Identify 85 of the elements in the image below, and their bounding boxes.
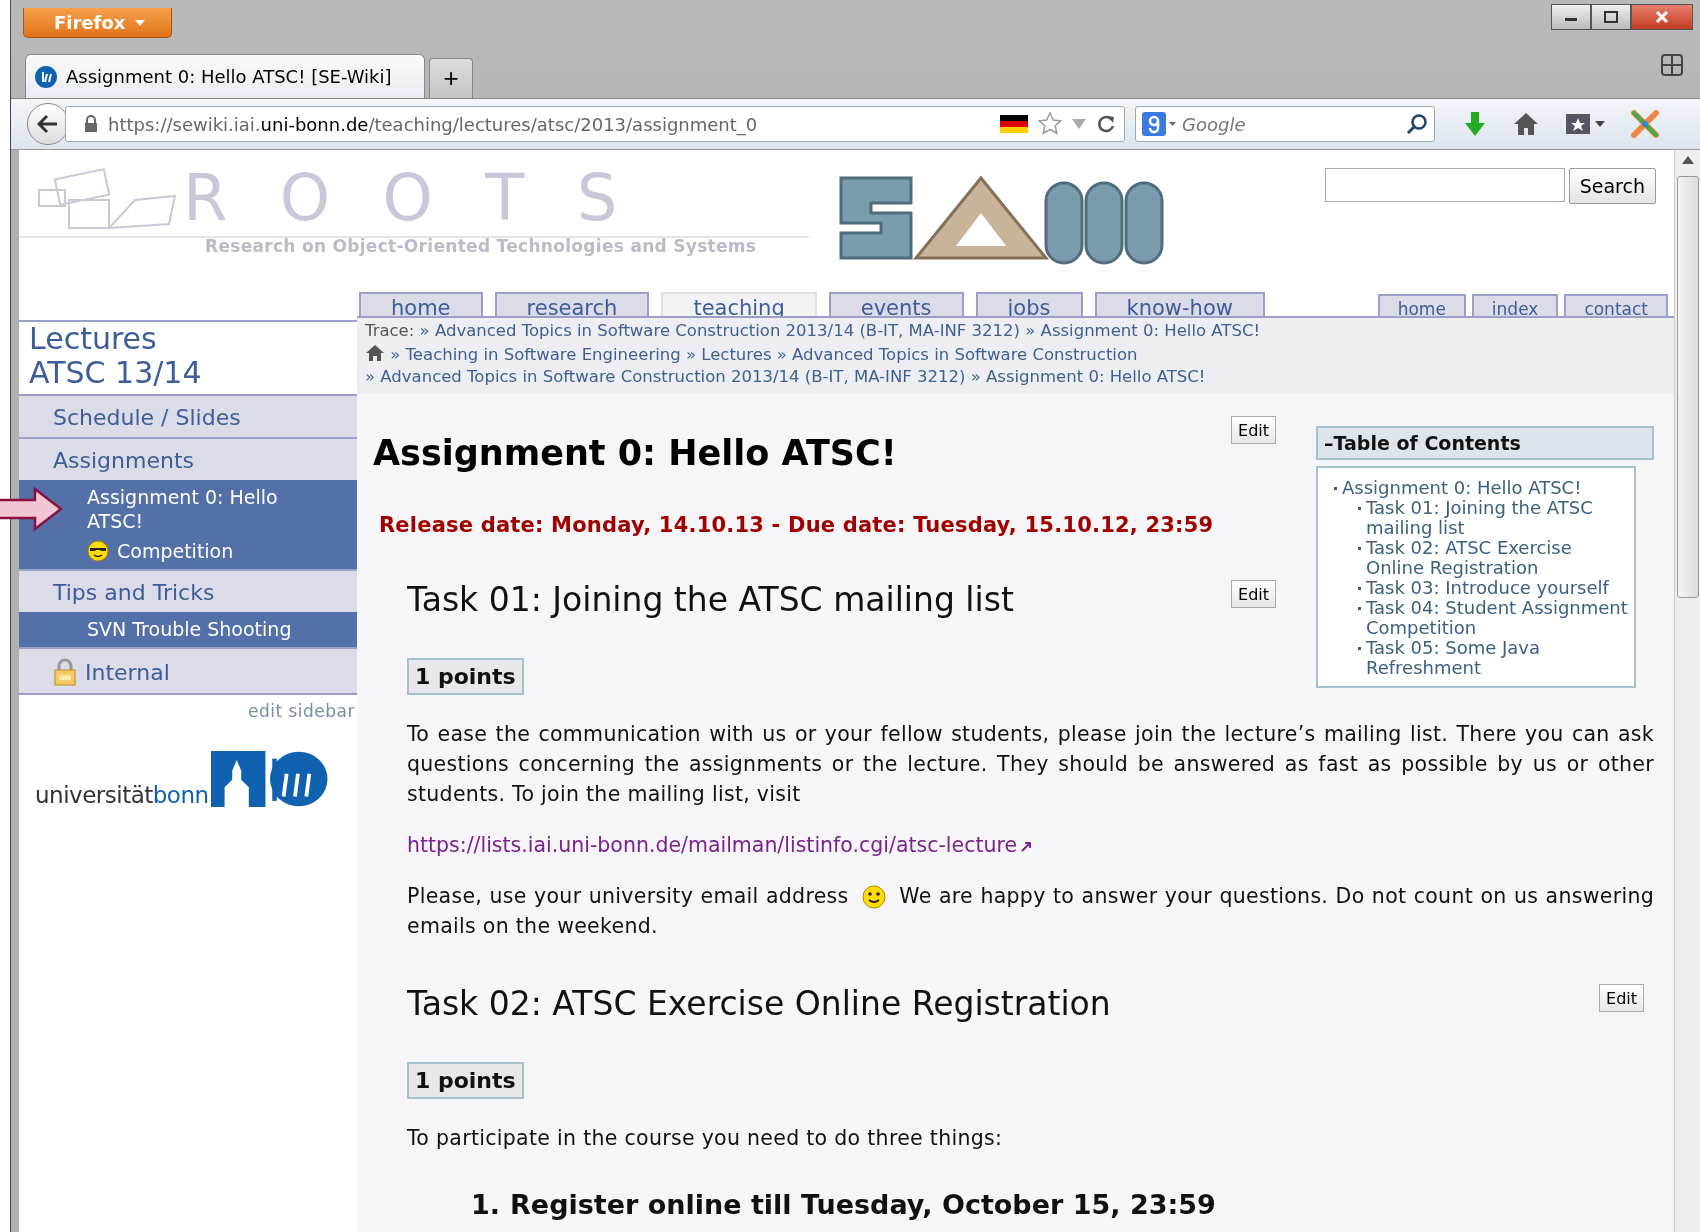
addon-icon[interactable] xyxy=(1631,110,1659,138)
nav-tab[interactable]: teaching xyxy=(661,292,817,316)
maximize-button[interactable] xyxy=(1591,4,1631,30)
search-engine-icon xyxy=(1142,111,1176,137)
sidebar-link[interactable]: Assignment 0: Hello ATSC! xyxy=(87,483,307,537)
caret-icon xyxy=(135,19,146,26)
search-field[interactable] xyxy=(1324,168,1565,202)
tab-title: Assignment 0: Hello ATSC! [SE-Wiki] xyxy=(66,66,392,87)
toc-link[interactable]: Task 04: Student Assignment Competition xyxy=(1366,598,1634,638)
release-date-text: Release date: Monday, 14.10.13 - Due date: Tuesday, 15.10.12, 23:59 xyxy=(379,513,1215,537)
toc-link[interactable]: Task 01: Joining the ATSC mailing list xyxy=(1366,498,1634,538)
list-heading: Register online till Tuesday, October 15, 23:59 xyxy=(510,1189,1216,1220)
edit-button[interactable]: Edit xyxy=(1231,416,1276,444)
university-logo-text: universitätbonn xyxy=(35,784,209,807)
minimize-button[interactable] xyxy=(1551,4,1591,30)
paragraph-text: To participate in the course you need to do three things: xyxy=(407,1125,1004,1152)
points-label: 1 points xyxy=(407,658,524,695)
toc-link[interactable]: Assignment 0: Hello ATSC! xyxy=(1342,478,1582,498)
nav-tab[interactable]: index xyxy=(1471,294,1559,316)
star-icon[interactable] xyxy=(1038,112,1062,136)
site-logo-icon xyxy=(34,64,58,89)
toc-title: Table of Contents xyxy=(1333,432,1521,454)
pointer-arrow-drawing xyxy=(0,486,63,532)
toc-link[interactable]: Task 02: ATSC Exercise Online Registration xyxy=(1366,538,1634,578)
nav-tab[interactable]: home xyxy=(359,292,483,316)
german-flag-icon xyxy=(1000,115,1028,133)
list-number: 1. xyxy=(471,1189,501,1220)
sidebar-link[interactable]: Schedule / Slides xyxy=(19,396,357,437)
padlock-icon xyxy=(84,115,98,133)
reload-icon[interactable] xyxy=(1096,114,1116,134)
section-heading: Task 01: Joining the ATSC mailing list xyxy=(407,580,1014,619)
nav-tab[interactable]: events xyxy=(828,292,964,316)
padlock-icon xyxy=(53,658,77,686)
breadcrumb-link[interactable]: » Lectures xyxy=(685,345,772,364)
search-placeholder: Google xyxy=(1182,113,1247,135)
paragraph-text: Please, use your university email address We are happy to answer your questions. Do not count on us answering emails on the weekend. xyxy=(407,883,1654,940)
sidebar-link[interactable]: Tips and Tricks xyxy=(19,571,357,612)
page-title: Assignment 0: Hello ATSC! xyxy=(373,433,897,473)
new-tab-button[interactable]: + xyxy=(429,58,473,98)
search-button[interactable]: Search xyxy=(1568,168,1656,204)
toc-link[interactable]: Task 05: Some Java Refreshment xyxy=(1366,638,1634,678)
sidebar-link[interactable]: SVN Trouble Shooting xyxy=(87,615,292,645)
points-label: 1 points xyxy=(407,1062,524,1099)
scrollbar[interactable] xyxy=(1674,150,1700,1232)
breadcrumb-link[interactable]: » Teaching in Software Engineering xyxy=(390,345,681,364)
scroll-up-icon xyxy=(1682,156,1694,164)
edit-sidebar-link[interactable]: edit sidebar xyxy=(247,701,355,721)
nav-tab[interactable]: research xyxy=(494,292,650,316)
tab-groups-icon[interactable] xyxy=(1661,54,1683,76)
breadcrumb-link[interactable]: » Advanced Topics in Software Construction xyxy=(776,345,1138,364)
sidebar-link[interactable]: Internal xyxy=(19,649,357,693)
nav-tab[interactable]: know-how xyxy=(1094,292,1265,316)
bookmarks-icon[interactable] xyxy=(1565,112,1605,136)
breadcrumb-link[interactable]: » Assignment 0: Hello ATSC! xyxy=(970,367,1206,386)
sidebar-link[interactable]: Assignments xyxy=(19,439,357,480)
search-icon[interactable] xyxy=(1406,113,1428,135)
breadcrumb-link[interactable]: » Advanced Topics in Software Construction 2013/14 (B-IT, MA-INF 3212) xyxy=(365,367,966,386)
home-icon[interactable] xyxy=(365,344,385,362)
maximize-icon xyxy=(1604,11,1618,23)
trace-link[interactable]: » Advanced Topics in Software Construction 2013/14 (B-IT, MA-INF 3212) xyxy=(419,321,1020,340)
trace-link[interactable]: » Assignment 0: Hello ATSC! xyxy=(1025,321,1261,340)
close-button[interactable] xyxy=(1631,4,1693,30)
search-field[interactable]: Google xyxy=(1135,106,1435,142)
edit-button[interactable]: Edit xyxy=(1231,580,1276,608)
nav-tab[interactable]: home xyxy=(1377,294,1466,316)
nav-tab[interactable]: contact xyxy=(1564,294,1668,316)
close-icon xyxy=(1655,10,1669,24)
paragraph-text: To ease the communication with us or your fellow students, please join the lecture’s mailing list. There you can ask questions concerning the assignments or the lecture. They should be answered as fast as possible by us or other students. To join the mailing list, visit xyxy=(407,721,1654,808)
sunglasses-smiley-icon xyxy=(87,540,109,562)
mailing-list-link[interactable]: https://lists.iai.uni-bonn.de/mailman/listinfo.cgi/atsc-lecture xyxy=(407,833,1654,857)
address-field[interactable]: https://sewiki.iai.uni-bonn.de/teaching/lectures/atsc/2013/assignment_0 xyxy=(65,106,1125,142)
browser-tab[interactable]: Assignment 0: Hello ATSC! [SE-Wiki] xyxy=(25,54,425,98)
toc-toggle[interactable]: – xyxy=(1324,432,1334,454)
external-link-icon xyxy=(1021,842,1032,852)
edit-button[interactable]: Edit xyxy=(1599,984,1644,1012)
toc-link[interactable]: Task 03: Introduce yourself xyxy=(1366,578,1609,598)
home-icon[interactable] xyxy=(1513,112,1539,136)
trace-label: Trace: xyxy=(365,321,415,340)
sidebar-link[interactable]: Competition xyxy=(87,537,234,567)
section-heading: Task 02: ATSC Exercise Online Registration xyxy=(407,984,1111,1023)
nav-tab[interactable]: jobs xyxy=(975,292,1083,316)
smiley-icon xyxy=(861,885,886,909)
back-arrow-icon xyxy=(37,114,59,134)
logo-tagline: Research on Object-Oriented Technologies and Systems xyxy=(205,236,758,256)
download-arrow-icon[interactable] xyxy=(1463,111,1487,137)
